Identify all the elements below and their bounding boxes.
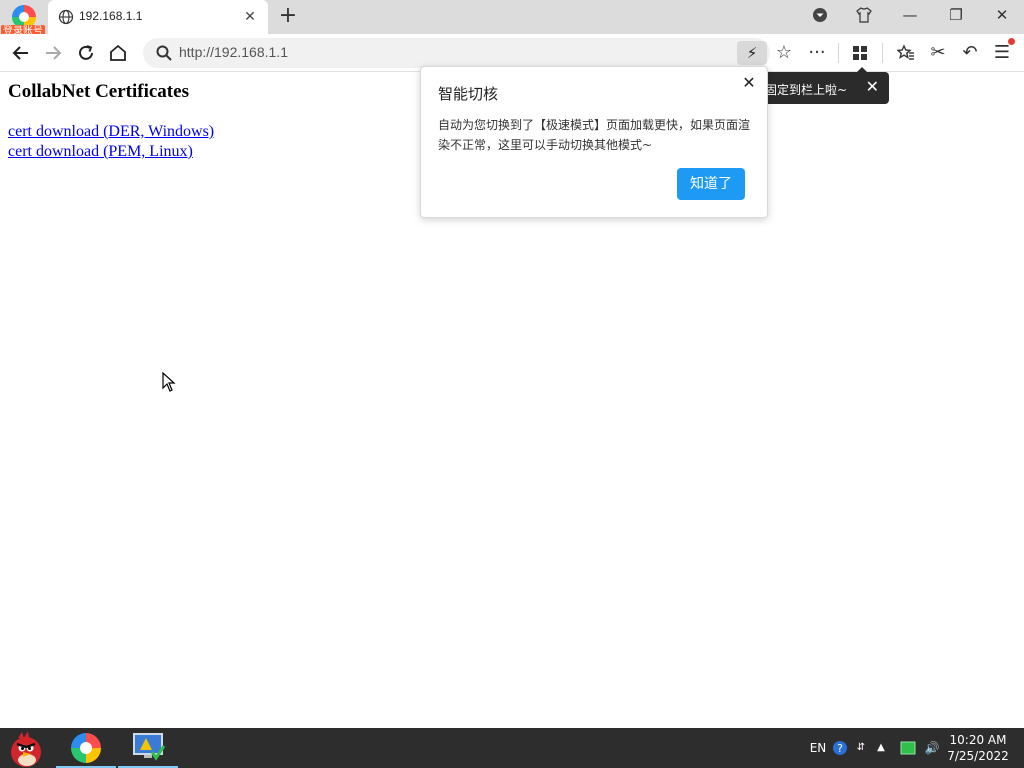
help-icon[interactable]: ?: [830, 728, 850, 768]
home-button[interactable]: [105, 40, 131, 66]
globe-icon: [58, 9, 74, 25]
back-arrow-icon: [12, 46, 28, 60]
cert-download-pem-link[interactable]: cert download (PEM, Linux): [8, 143, 193, 161]
mouse-cursor-icon: [162, 372, 176, 392]
scissors-icon[interactable]: ✂: [925, 40, 951, 66]
start-button[interactable]: [0, 728, 60, 768]
speed-mode-lightning-icon[interactable]: ⚡: [737, 41, 767, 65]
home-icon: [110, 44, 126, 61]
url-text[interactable]: http://192.168.1.1: [179, 44, 288, 60]
clock-date: 7/25/2022: [947, 749, 1009, 763]
popup-ok-button[interactable]: 知道了: [677, 168, 745, 200]
popup-body: 自动为您切换到了【极速模式】页面加载更快，如果页面渲染不正常，这里可以手动切换其…: [438, 118, 751, 152]
volume-icon[interactable]: 🔊: [922, 728, 942, 768]
notification-dot: [1008, 38, 1015, 45]
tab-title: 192.168.1.1: [79, 9, 143, 23]
page-title: CollabNet Certificates: [8, 81, 189, 102]
taskbar-browser[interactable]: [56, 728, 116, 768]
skin-icon[interactable]: [844, 0, 884, 34]
tooltip-close-icon[interactable]: ✕: [866, 77, 879, 96]
smart-switch-popup: 智能切核 ✕ 自动为您切换到了【极速模式】页面加载更快，如果页面渲染不正常，这里…: [420, 66, 768, 218]
popup-close-icon[interactable]: ✕: [739, 73, 759, 93]
restore-button[interactable]: ❐: [936, 0, 976, 34]
search-icon: [156, 45, 172, 61]
monitor-warning-icon: [133, 733, 166, 761]
taskbar-app-2[interactable]: [118, 728, 178, 768]
menu-down-icon[interactable]: [800, 0, 840, 34]
battery-icon[interactable]: [898, 728, 918, 768]
tab-active[interactable]: 192.168.1.1 ✕: [48, 0, 268, 34]
svg-text:?: ?: [837, 742, 843, 755]
undo-icon[interactable]: ↶: [957, 40, 983, 66]
close-window-button[interactable]: ✕: [982, 0, 1022, 34]
show-hidden-icons-chevron-icon[interactable]: ▲: [873, 728, 889, 768]
browser-logo-icon: [71, 733, 101, 763]
back-button[interactable]: [8, 40, 34, 66]
favorites-icon[interactable]: [893, 40, 919, 66]
forward-arrow-icon: [46, 46, 62, 60]
toolbar-divider: [838, 43, 839, 63]
taskbar: EN ? ⇵ ▲ 🔊 10:20 AM 7/25/2022: [0, 728, 1024, 768]
bookmark-star-icon[interactable]: ☆: [771, 40, 797, 66]
close-tab-icon[interactable]: ✕: [240, 7, 260, 27]
more-icon[interactable]: ···: [804, 40, 830, 66]
forward-button[interactable]: [40, 40, 66, 66]
new-tab-button[interactable]: +: [276, 5, 300, 29]
tab-strip: 登录账号 192.168.1.1 ✕ + — ❐ ✕: [0, 0, 1024, 39]
apps-grid-icon[interactable]: [847, 40, 873, 66]
screen: 登录账号 192.168.1.1 ✕ + — ❐ ✕ http://192.16…: [0, 0, 1024, 768]
language-indicator[interactable]: EN: [806, 728, 830, 768]
minimize-button[interactable]: —: [890, 0, 930, 34]
cert-download-der-link[interactable]: cert download (DER, Windows): [8, 123, 214, 141]
reload-icon: [79, 45, 93, 60]
tooltip-text: 固定到栏上啦~: [765, 83, 848, 97]
clock[interactable]: 10:20 AM 7/25/2022: [944, 732, 1012, 764]
ime-options-icon[interactable]: ⇵: [852, 728, 870, 768]
reload-button[interactable]: [73, 40, 99, 66]
toolbar-divider: [882, 43, 883, 63]
popup-title: 智能切核: [438, 85, 499, 103]
angry-bird-icon: [11, 731, 41, 767]
address-bar[interactable]: http://192.168.1.1 ⚡: [143, 38, 770, 68]
clock-time: 10:20 AM: [949, 733, 1007, 747]
